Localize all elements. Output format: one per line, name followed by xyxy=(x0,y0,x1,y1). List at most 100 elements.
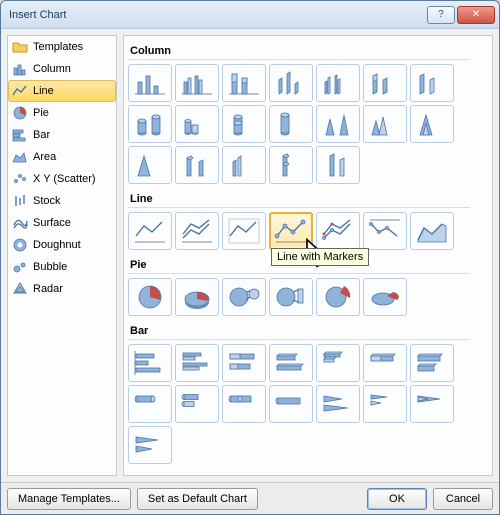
insert-chart-dialog: Insert Chart ? ✕ Templates Column Line P… xyxy=(0,0,500,515)
sidebar-item-line[interactable]: Line xyxy=(8,80,116,102)
chart-thumb[interactable] xyxy=(175,105,219,143)
section-header-bar: Bar xyxy=(128,322,470,340)
dialog-footer: Manage Templates... Set as Default Chart… xyxy=(1,482,499,514)
sidebar-item-label: X Y (Scatter) xyxy=(33,173,96,185)
chart-thumb[interactable] xyxy=(222,105,266,143)
chart-thumb[interactable] xyxy=(410,64,454,102)
sidebar-item-doughnut[interactable]: Doughnut xyxy=(8,234,116,256)
chart-thumb[interactable] xyxy=(410,105,454,143)
chart-thumb[interactable] xyxy=(316,385,360,423)
chart-thumb[interactable] xyxy=(175,212,219,250)
sidebar-item-label: Column xyxy=(33,63,71,75)
chart-thumb[interactable] xyxy=(410,344,454,382)
chart-thumb[interactable] xyxy=(269,278,313,316)
chart-thumb[interactable] xyxy=(316,344,360,382)
chart-thumb[interactable] xyxy=(128,64,172,102)
chart-thumb[interactable] xyxy=(269,64,313,102)
set-default-chart-button[interactable]: Set as Default Chart xyxy=(137,488,258,510)
chart-thumb[interactable] xyxy=(316,105,360,143)
chart-thumb[interactable] xyxy=(222,278,266,316)
pie-icon xyxy=(12,105,28,121)
chart-thumb[interactable] xyxy=(128,278,172,316)
chart-thumb[interactable] xyxy=(128,105,172,143)
chart-thumb[interactable] xyxy=(363,64,407,102)
window-title: Insert Chart xyxy=(9,9,425,21)
button-label: Cancel xyxy=(446,493,480,505)
sidebar-item-templates[interactable]: Templates xyxy=(8,36,116,58)
chart-thumb[interactable] xyxy=(175,146,219,184)
chart-thumb[interactable] xyxy=(128,212,172,250)
sidebar-item-radar[interactable]: Radar xyxy=(8,278,116,300)
bubble-icon xyxy=(12,259,28,275)
chart-thumb[interactable] xyxy=(410,212,454,250)
scatter-icon xyxy=(12,171,28,187)
chart-thumb[interactable] xyxy=(222,64,266,102)
button-label: Set as Default Chart xyxy=(148,493,247,505)
sidebar-item-label: Bubble xyxy=(33,261,67,273)
surface-icon xyxy=(12,215,28,231)
folder-icon xyxy=(12,39,28,55)
chart-thumb-line-with-markers[interactable]: Line with Markers xyxy=(269,212,313,250)
cancel-button[interactable]: Cancel xyxy=(433,488,493,510)
chart-thumb[interactable] xyxy=(363,385,407,423)
chart-thumb[interactable] xyxy=(222,344,266,382)
sidebar-item-label: Stock xyxy=(33,195,61,207)
sidebar-item-scatter[interactable]: X Y (Scatter) xyxy=(8,168,116,190)
sidebar-item-stock[interactable]: Stock xyxy=(8,190,116,212)
chart-thumb[interactable] xyxy=(175,64,219,102)
chart-thumb[interactable] xyxy=(175,344,219,382)
sidebar-item-pie[interactable]: Pie xyxy=(8,102,116,124)
help-button[interactable]: ? xyxy=(427,6,455,24)
chart-thumb[interactable] xyxy=(269,385,313,423)
sidebar-item-label: Radar xyxy=(33,283,63,295)
chart-thumb[interactable] xyxy=(222,212,266,250)
sidebar-item-column[interactable]: Column xyxy=(8,58,116,80)
bar-icon xyxy=(12,127,28,143)
sidebar-item-label: Pie xyxy=(33,107,49,119)
section-thumbs-pie xyxy=(128,278,470,316)
chart-thumb[interactable] xyxy=(128,344,172,382)
chart-thumb[interactable] xyxy=(363,105,407,143)
chart-thumb[interactable] xyxy=(316,64,360,102)
sidebar-item-label: Line xyxy=(33,85,54,97)
button-label: Manage Templates... xyxy=(18,493,120,505)
chart-gallery[interactable]: Column xyxy=(123,35,493,476)
chart-thumb[interactable] xyxy=(269,146,313,184)
sidebar-item-label: Templates xyxy=(33,41,83,53)
chart-thumb[interactable] xyxy=(316,146,360,184)
sidebar-item-label: Bar xyxy=(33,129,50,141)
dialog-body: Templates Column Line Pie Bar Area xyxy=(1,29,499,482)
section-header-column: Column xyxy=(128,42,470,60)
chart-thumb[interactable] xyxy=(222,385,266,423)
category-sidebar[interactable]: Templates Column Line Pie Bar Area xyxy=(7,35,117,476)
chart-thumb[interactable] xyxy=(222,146,266,184)
chart-thumb[interactable] xyxy=(175,385,219,423)
manage-templates-button[interactable]: Manage Templates... xyxy=(7,488,131,510)
radar-icon xyxy=(12,281,28,297)
sidebar-item-surface[interactable]: Surface xyxy=(8,212,116,234)
chart-thumb[interactable] xyxy=(269,344,313,382)
chart-thumb[interactable] xyxy=(363,278,407,316)
chart-thumb[interactable] xyxy=(363,212,407,250)
sidebar-item-label: Area xyxy=(33,151,56,163)
chart-thumb[interactable] xyxy=(363,344,407,382)
sidebar-item-label: Surface xyxy=(33,217,71,229)
chart-thumb[interactable] xyxy=(128,146,172,184)
chart-thumb[interactable] xyxy=(175,278,219,316)
close-button[interactable]: ✕ xyxy=(457,6,495,24)
titlebar[interactable]: Insert Chart ? ✕ xyxy=(1,1,499,29)
sidebar-item-bubble[interactable]: Bubble xyxy=(8,256,116,278)
chart-thumb[interactable] xyxy=(128,385,172,423)
ok-button[interactable]: OK xyxy=(367,488,427,510)
chart-thumb[interactable] xyxy=(410,385,454,423)
section-thumbs-column xyxy=(128,64,470,184)
tooltip: Line with Markers xyxy=(271,248,369,266)
doughnut-icon xyxy=(12,237,28,253)
chart-thumb[interactable] xyxy=(128,426,172,464)
sidebar-item-area[interactable]: Area xyxy=(8,146,116,168)
chart-thumb[interactable] xyxy=(269,105,313,143)
line-icon xyxy=(12,83,28,99)
chart-thumb[interactable] xyxy=(316,278,360,316)
sidebar-item-bar[interactable]: Bar xyxy=(8,124,116,146)
section-thumbs-line: Line with Markers xyxy=(128,212,470,250)
